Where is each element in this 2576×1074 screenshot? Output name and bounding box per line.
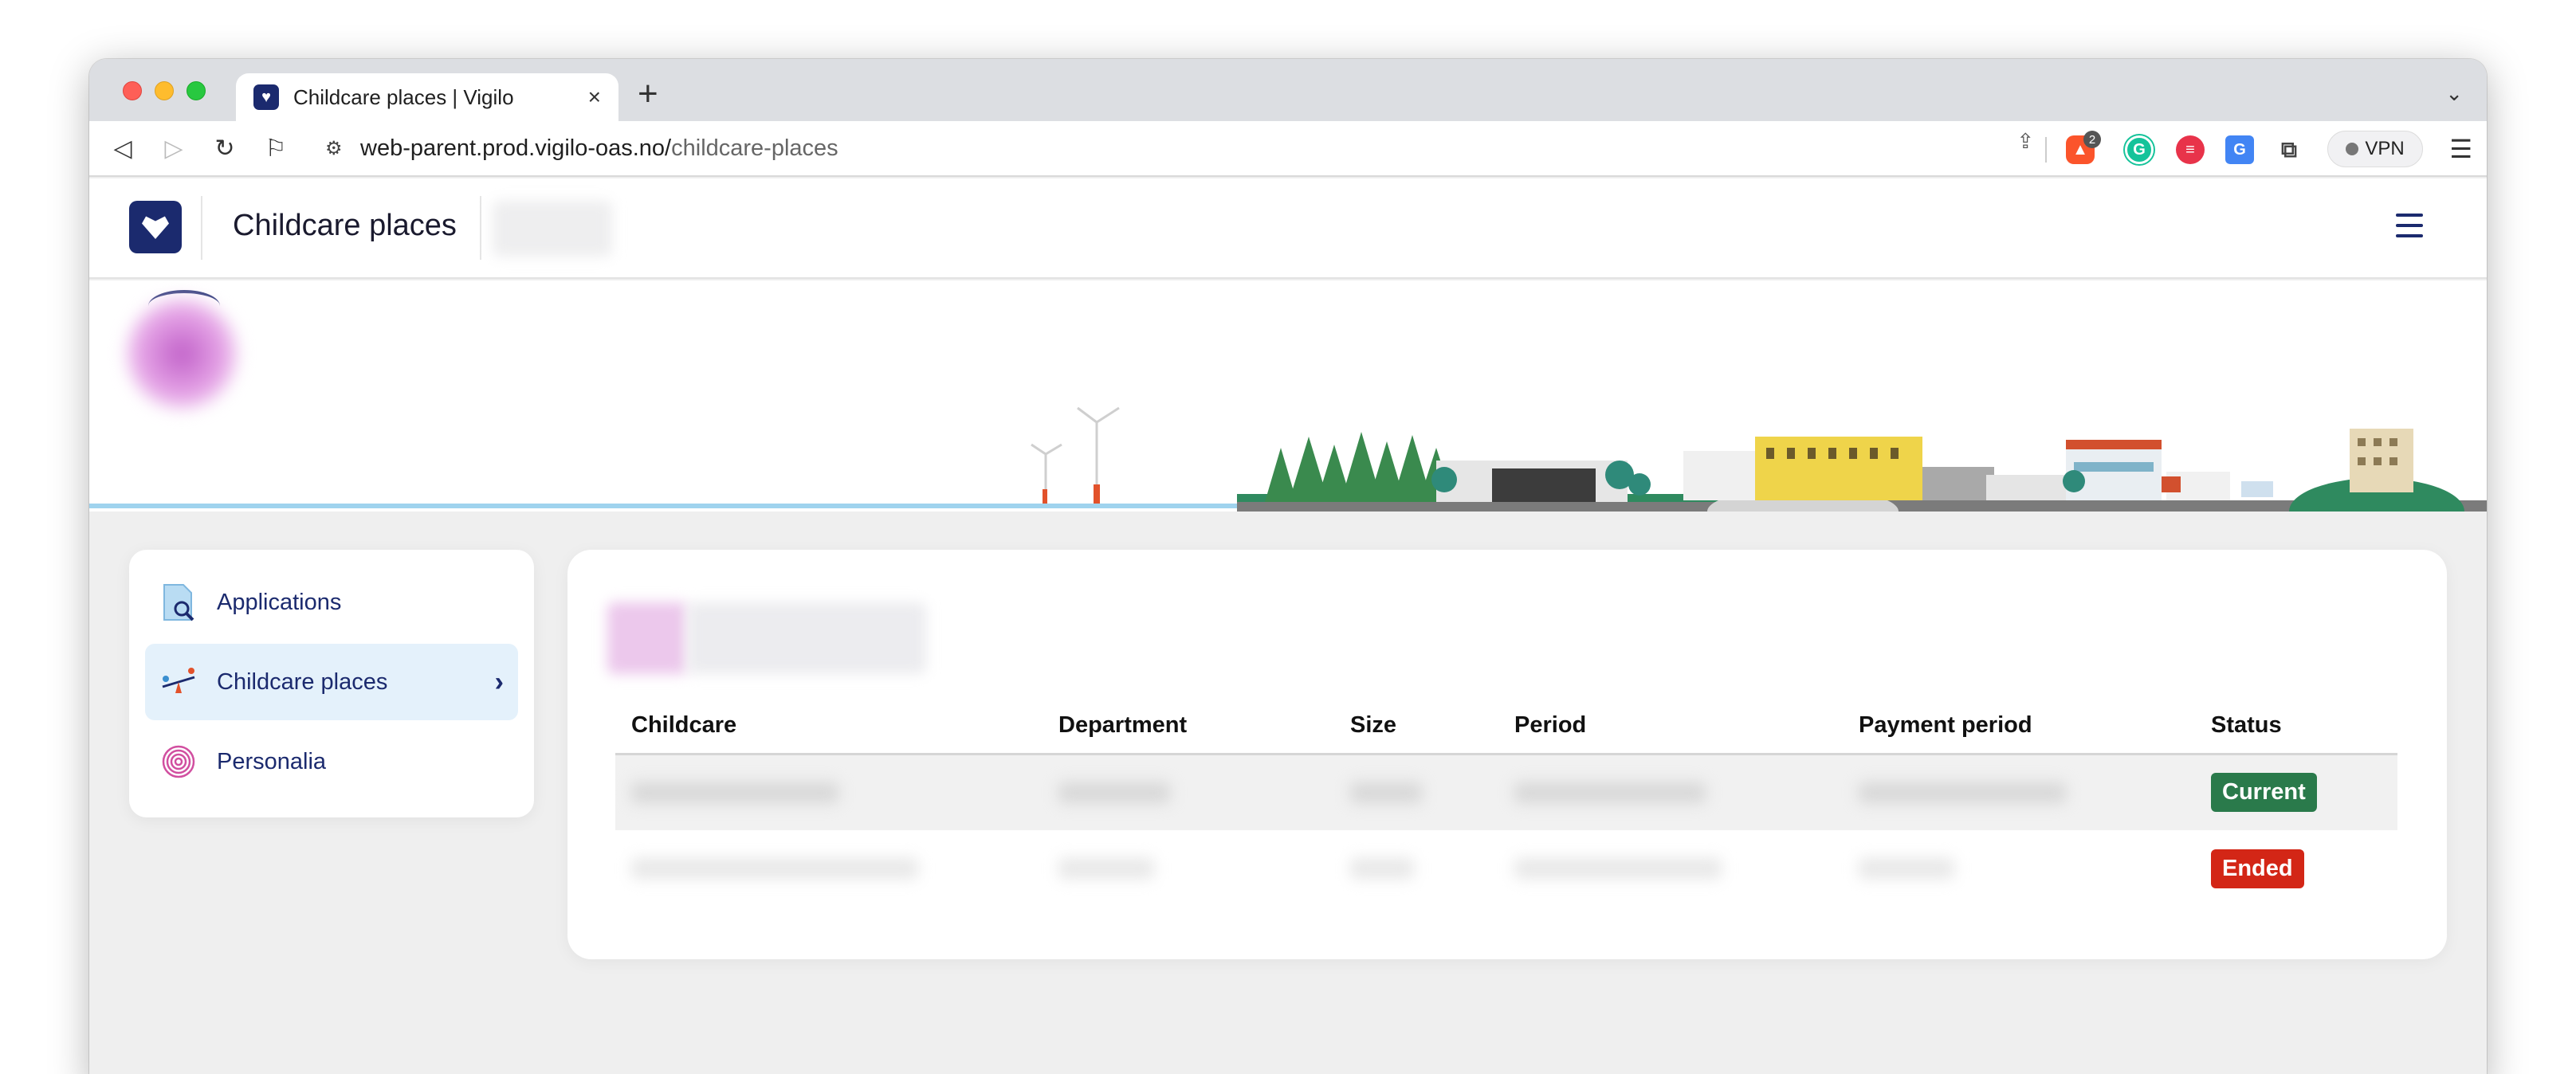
- column-header-payment-period: Payment period: [1843, 698, 2195, 755]
- chevron-right-icon: ›: [494, 666, 504, 697]
- column-header-department: Department: [1043, 698, 1334, 755]
- header-divider: [480, 196, 481, 260]
- sidebar-item-label: Personalia: [217, 748, 327, 774]
- cell-department-redacted: [1043, 754, 1334, 830]
- browser-tab[interactable]: ♥ Childcare places | Vigilo ×: [236, 73, 618, 121]
- grammarly-icon[interactable]: G: [2125, 135, 2154, 164]
- cell-period-redacted: [1498, 830, 1843, 907]
- redacted-child-name: [687, 602, 926, 674]
- cell-payment-period-redacted: [1843, 754, 2195, 830]
- column-header-period: Period: [1498, 698, 1843, 755]
- header-divider: [201, 196, 202, 260]
- status-badge: Current: [2211, 773, 2317, 813]
- forward-icon[interactable]: ▷: [156, 131, 191, 166]
- page-title: Childcare places: [233, 209, 457, 242]
- sidebar-item-label: Applications: [217, 589, 342, 615]
- toolbar-separator: [2045, 137, 2047, 163]
- tab-strip: ♥ Childcare places | Vigilo × + ⌄: [89, 59, 2487, 121]
- water-line: [89, 504, 1237, 508]
- heart-logo-icon: [142, 216, 169, 239]
- extensions-puzzle-icon[interactable]: ⧉: [2275, 135, 2303, 164]
- sidebar-item-applications[interactable]: Applications: [145, 564, 518, 641]
- cell-size-redacted: [1334, 830, 1498, 907]
- windows-strip: [2074, 462, 2154, 472]
- cell-status: Ended: [2195, 830, 2397, 907]
- low-building: [1986, 475, 2074, 500]
- kindergarten-window: [1492, 468, 1596, 502]
- vpn-button[interactable]: VPN: [2327, 131, 2423, 167]
- translate-icon[interactable]: G: [2225, 135, 2254, 164]
- small-roof: [2162, 476, 2181, 492]
- seesaw-icon: [159, 663, 198, 701]
- windmill-base: [1043, 489, 1047, 504]
- status-badge: Ended: [2211, 849, 2304, 888]
- fingerprint-icon: [159, 743, 198, 781]
- tab-title: Childcare places | Vigilo: [293, 84, 514, 109]
- tab-close-icon[interactable]: ×: [588, 84, 601, 110]
- column-header-childcare: Childcare: [615, 698, 1043, 755]
- vigilo-favicon-icon: ♥: [253, 84, 279, 110]
- minimize-window-button[interactable]: [155, 81, 174, 100]
- address-bar[interactable]: ⚙ web-parent.prod.vigilo-oas.no/ childca…: [311, 127, 2120, 169]
- grey-building: [1922, 467, 1994, 500]
- childcare-places-table: Childcare Department Size Period Payment…: [615, 698, 2397, 907]
- tab-list-chevron-icon[interactable]: ⌄: [2445, 81, 2463, 106]
- close-window-button[interactable]: [123, 81, 142, 100]
- maximize-window-button[interactable]: [187, 81, 206, 100]
- hamburger-menu-icon[interactable]: [2396, 214, 2423, 237]
- vigilo-logo[interactable]: [129, 201, 182, 253]
- sidebar-item-childcare-places[interactable]: Childcare places ›: [145, 644, 518, 720]
- brave-badge: 2: [2083, 131, 2101, 148]
- cell-department-redacted: [1043, 830, 1334, 907]
- share-icon[interactable]: ⇪: [2016, 129, 2034, 154]
- white-house: [1683, 451, 1755, 500]
- url-path: childcare-places: [671, 135, 838, 161]
- vpn-label: VPN: [2365, 138, 2405, 159]
- table-header-row: Childcare Department Size Period Payment…: [615, 698, 2397, 755]
- landscape-illustration: [89, 406, 2487, 512]
- cell-period-redacted: [1498, 754, 1843, 830]
- red-roof: [2066, 440, 2162, 449]
- windmill-base: [1094, 484, 1100, 504]
- app-header: Childcare places: [89, 178, 2487, 279]
- tree: [1431, 467, 1457, 492]
- cell-childcare-redacted: [615, 754, 1043, 830]
- browser-window: ♥ Childcare places | Vigilo × + ⌄ ◁ ▷ ↻ …: [89, 59, 2487, 1074]
- tree: [2063, 470, 2085, 492]
- cell-size-redacted: [1334, 754, 1498, 830]
- document-search-icon: [159, 583, 198, 621]
- site-settings-icon[interactable]: ⚙: [325, 137, 352, 160]
- bookmark-icon[interactable]: ⚐: [258, 131, 293, 166]
- new-tab-button[interactable]: +: [638, 76, 658, 112]
- table-row[interactable]: Ended: [615, 830, 2397, 907]
- cell-payment-period-redacted: [1843, 830, 2195, 907]
- redacted-child-avatar: [607, 602, 687, 674]
- childcare-places-card: Childcare Department Size Period Payment…: [567, 550, 2447, 959]
- bus-stop: [2241, 481, 2273, 497]
- todoist-icon[interactable]: ≡: [2176, 135, 2205, 164]
- forest: [1265, 432, 1454, 502]
- cell-status: Current: [2195, 754, 2397, 830]
- sidebar-item-label: Childcare places: [217, 668, 388, 695]
- cell-childcare-redacted: [615, 830, 1043, 907]
- browser-toolbar: ◁ ▷ ↻ ⚐ ⚙ web-parent.prod.vigilo-oas.no/…: [89, 121, 2487, 177]
- redacted-child-selector[interactable]: [493, 201, 612, 257]
- back-icon[interactable]: ◁: [105, 131, 140, 166]
- vpn-status-icon: [2346, 143, 2359, 155]
- school-building: [1755, 437, 1922, 500]
- url-host: web-parent.prod.vigilo-oas.no/: [360, 135, 672, 161]
- landscape-banner: [89, 280, 2487, 512]
- reload-icon[interactable]: ↻: [207, 131, 242, 166]
- tree: [1628, 473, 1651, 496]
- table-row[interactable]: Current: [615, 754, 2397, 830]
- column-header-size: Size: [1334, 698, 1498, 755]
- column-header-status: Status: [2195, 698, 2397, 755]
- sidebar-item-personalia[interactable]: Personalia: [145, 723, 518, 800]
- sidebar-nav: Applications Childcare places › Personal…: [129, 550, 534, 817]
- browser-menu-icon[interactable]: ☰: [2449, 134, 2472, 164]
